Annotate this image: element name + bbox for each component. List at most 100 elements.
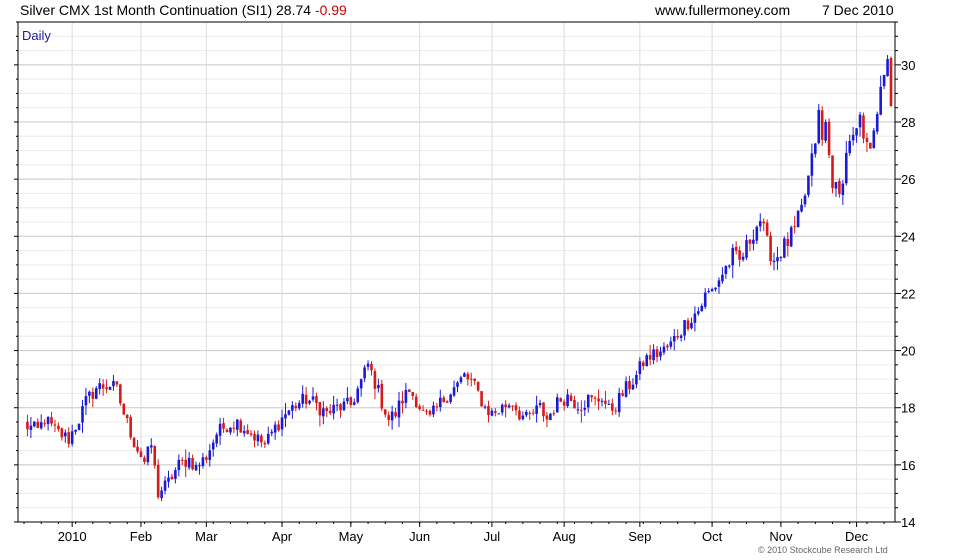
candle-body-up [645, 355, 649, 367]
candle-body-up [39, 422, 43, 429]
candle-body-up [669, 341, 673, 347]
candle-body-up [377, 384, 380, 389]
candle-body-up [108, 387, 112, 390]
candle-body-up [236, 419, 239, 430]
candle-body-up [755, 226, 759, 241]
candle-body-down [545, 415, 549, 420]
candle-body-up [284, 414, 287, 419]
candle-body-up [807, 175, 810, 195]
candle-body-down [60, 428, 64, 438]
candle-body-down [191, 457, 194, 470]
candle-body-up [566, 394, 569, 407]
candle-body-down [435, 406, 439, 408]
candle-body-up [683, 320, 686, 336]
candle-body-up [848, 141, 852, 154]
candle-body-down [132, 437, 136, 448]
candle-body-up [555, 397, 559, 413]
x-tick-label: 2010 [58, 529, 87, 544]
candle-body-down [518, 410, 521, 420]
x-tick-label: Aug [553, 529, 576, 544]
candle-body-down [260, 435, 263, 443]
candle-body-down [734, 246, 738, 251]
candle-body-down [205, 457, 208, 460]
candle-body-down [559, 398, 563, 402]
candle-body-up [270, 431, 274, 434]
candle-body-up [858, 114, 862, 128]
candle-body-up [194, 464, 198, 471]
candle-body-up [624, 381, 628, 397]
candle-body-up [88, 391, 91, 396]
chart-grid [18, 21, 895, 523]
candle-body-up [456, 382, 459, 387]
candle-body-up [841, 183, 845, 196]
candle-body-up [497, 413, 501, 415]
candle-body-down [487, 406, 490, 416]
candle-body-down [738, 250, 741, 260]
x-tick-label: Jul [484, 529, 501, 544]
candle-body-down [253, 434, 256, 441]
candle-body-down [838, 180, 841, 195]
candle-body-up [229, 427, 232, 433]
candle-body-up [721, 274, 724, 282]
candle-body-up [659, 351, 662, 357]
candle-body-up [98, 383, 101, 389]
candle-body-up [390, 411, 394, 421]
candle-body-up [438, 397, 442, 408]
candle-body-down [762, 221, 766, 224]
candle-body-down [53, 424, 57, 426]
candle-body-up [707, 291, 710, 293]
candle-body-down [370, 363, 373, 371]
candle-body-down [325, 408, 329, 412]
candle-body-down [418, 406, 421, 410]
x-tick-label: Sep [628, 529, 651, 544]
candle-body-down [249, 433, 253, 435]
y-tick-label: 18 [901, 401, 915, 416]
candle-body-up [500, 404, 504, 413]
candle-body-down [442, 397, 446, 403]
candle-body-up [463, 373, 466, 377]
candle-body-up [772, 260, 776, 263]
candle-body-up [810, 153, 814, 176]
candle-body-down [655, 349, 659, 358]
candle-body-up [218, 423, 222, 436]
candle-body-up [741, 256, 745, 260]
candle-body-down [666, 345, 669, 348]
candle-body-up [29, 425, 33, 430]
candle-body-down [115, 381, 119, 385]
x-tick-label: Nov [769, 529, 793, 544]
candle-body-down [129, 417, 132, 438]
candle-body-up [731, 247, 735, 266]
candle-body-up [779, 256, 783, 258]
candle-body-up [308, 400, 311, 404]
candle-body-down [294, 405, 298, 409]
candle-body-down [676, 336, 679, 338]
candle-body-up [535, 405, 538, 414]
candle-body-up [879, 86, 882, 115]
candle-body-up [662, 346, 666, 353]
candle-body-up [714, 287, 717, 290]
candle-body-up [507, 405, 511, 408]
candle-body-up [146, 446, 150, 463]
candle-body-down [528, 412, 532, 414]
candle-body-up [149, 445, 153, 448]
candle-body-up [174, 470, 177, 479]
candle-body-up [167, 477, 170, 482]
candle-body-down [328, 410, 332, 414]
candle-body-down [394, 412, 397, 417]
candle-body-down [304, 394, 308, 404]
candle-body-down [136, 446, 139, 452]
candle-body-down [641, 362, 645, 367]
candle-body-down [232, 427, 236, 429]
candle-body-up [46, 417, 50, 424]
candle-body-down [339, 404, 342, 411]
candle-body-down [611, 403, 614, 411]
candle-body-up [70, 431, 74, 444]
candle-body-down [786, 238, 790, 247]
candle-body-up [256, 434, 260, 442]
candle-body-up [242, 430, 246, 434]
candle-body-up [800, 204, 803, 212]
candle-body-up [160, 490, 163, 499]
candle-body-down [411, 392, 415, 396]
candle-body-down [105, 387, 108, 390]
candle-body-down [466, 373, 470, 380]
